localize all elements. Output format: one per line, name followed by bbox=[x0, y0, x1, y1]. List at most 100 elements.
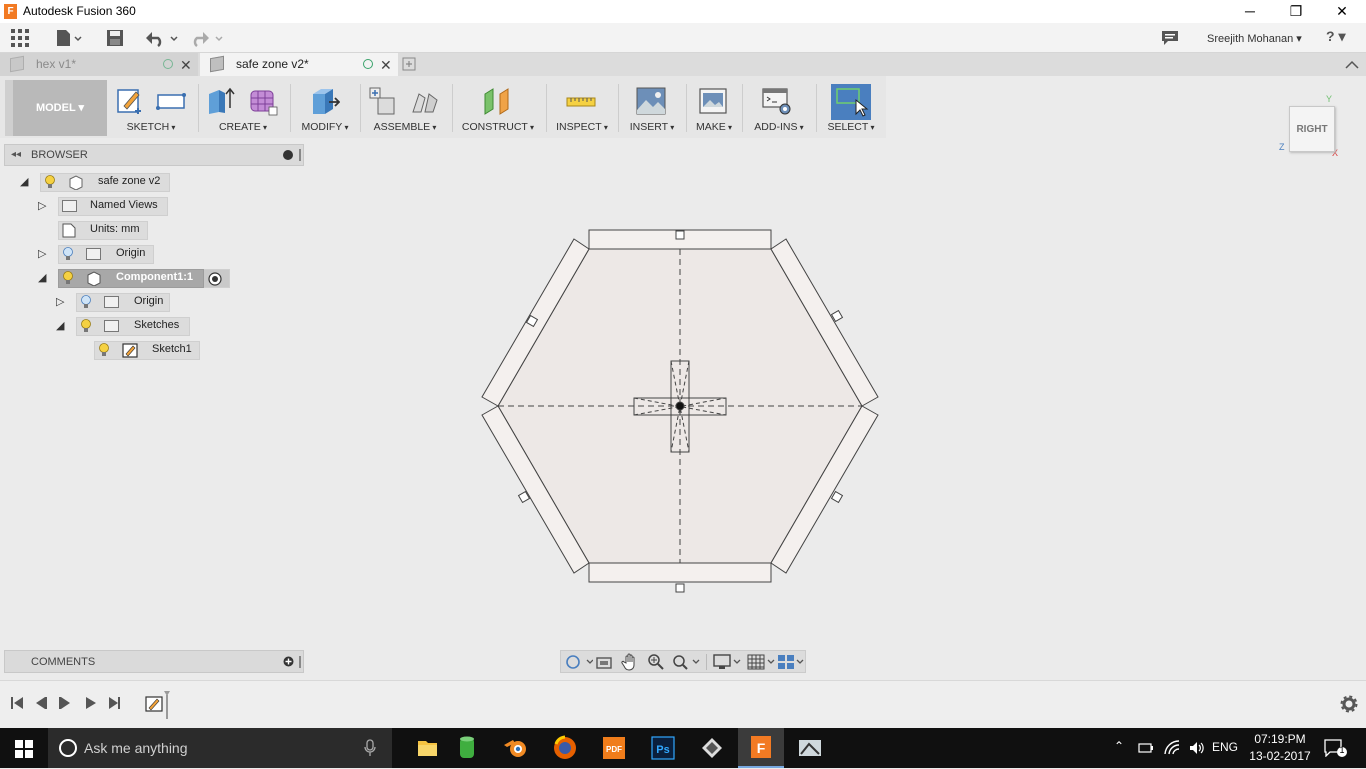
timeline-settings-gear-icon[interactable] bbox=[1340, 695, 1358, 713]
select-group[interactable]: SELECT bbox=[820, 80, 882, 136]
file-menu-icon[interactable] bbox=[55, 29, 83, 47]
cortana-search-box[interactable]: Ask me anything bbox=[48, 728, 392, 768]
minimize-button[interactable]: ─ bbox=[1227, 0, 1273, 23]
tree-node-sketch1[interactable]: Sketch1 bbox=[0, 341, 310, 360]
tree-node-named-views[interactable]: ▷ Named Views bbox=[0, 197, 310, 216]
maximize-button[interactable]: ❐ bbox=[1273, 0, 1319, 23]
clock-time[interactable]: 07:19:PM bbox=[1253, 732, 1307, 746]
go-to-start-icon[interactable] bbox=[10, 696, 24, 710]
sketch-menu[interactable]: SKETCH bbox=[110, 121, 192, 133]
insert-group[interactable]: INSERT bbox=[622, 80, 682, 136]
close-tab-icon[interactable]: ✕ bbox=[180, 54, 192, 77]
tab-hex-v1[interactable]: hex v1* ✕ bbox=[0, 53, 198, 76]
expand-toggle-icon[interactable]: ◢ bbox=[20, 176, 32, 188]
blender-icon[interactable] bbox=[493, 728, 539, 768]
inspect-group[interactable]: INSPECT bbox=[550, 80, 614, 136]
tree-node-origin[interactable]: ▷ Origin bbox=[0, 245, 310, 264]
pdf-reader-icon[interactable]: PDF bbox=[591, 728, 637, 768]
viewports-icon[interactable] bbox=[777, 654, 807, 670]
battery-power-icon[interactable] bbox=[1138, 741, 1154, 755]
rectangle-sketch-icon[interactable] bbox=[156, 86, 186, 116]
wifi-icon[interactable] bbox=[1164, 740, 1180, 756]
add-comment-icon[interactable] bbox=[283, 656, 294, 667]
help-menu[interactable]: ? ▾ bbox=[1326, 28, 1345, 45]
activate-component-radio-icon[interactable] bbox=[208, 272, 222, 286]
collapse-browser-icon[interactable]: ◂◂ bbox=[11, 149, 21, 160]
create-sketch-icon[interactable] bbox=[116, 86, 146, 116]
tree-node-root[interactable]: ◢ safe zone v2 bbox=[0, 173, 310, 192]
comments-panel-header[interactable]: COMMENTS bbox=[4, 650, 304, 673]
close-tab-icon[interactable]: ✕ bbox=[380, 54, 392, 77]
data-panel-grid-icon[interactable] bbox=[11, 29, 29, 47]
timeline-sketch-feature[interactable] bbox=[144, 689, 174, 721]
tree-node-component-origin[interactable]: ▷ Origin bbox=[0, 293, 310, 312]
input-language[interactable]: ENG bbox=[1212, 740, 1238, 754]
form-icon[interactable] bbox=[248, 86, 278, 116]
visibility-bulb-icon[interactable] bbox=[44, 175, 56, 189]
tree-node-component[interactable]: ◢ Component1:1 bbox=[0, 269, 310, 288]
panel-pin-icon[interactable] bbox=[299, 149, 301, 161]
joint-icon[interactable] bbox=[410, 86, 440, 116]
fusion-taskbar-button[interactable]: F bbox=[738, 728, 784, 768]
expand-toggle-icon[interactable]: ▷ bbox=[56, 296, 68, 308]
assemble-menu[interactable]: ASSEMBLE bbox=[364, 121, 446, 133]
pan-hand-icon[interactable] bbox=[621, 653, 639, 671]
construct-group[interactable]: CONSTRUCT bbox=[456, 80, 540, 136]
workspace-switcher[interactable]: MODEL ▾ bbox=[5, 80, 107, 136]
visibility-bulb-icon[interactable] bbox=[80, 319, 92, 333]
assemble-group[interactable]: ASSEMBLE bbox=[364, 80, 446, 136]
look-at-icon[interactable] bbox=[595, 654, 613, 670]
expand-toggle-icon[interactable]: ◢ bbox=[38, 272, 50, 284]
inspect-menu[interactable]: INSPECT bbox=[550, 121, 614, 133]
insert-menu[interactable]: INSERT bbox=[622, 121, 682, 133]
measure-icon[interactable] bbox=[566, 86, 596, 116]
fit-zoom-icon[interactable] bbox=[671, 653, 703, 671]
zoom-icon[interactable] bbox=[647, 653, 665, 671]
firefox-icon[interactable] bbox=[542, 728, 588, 768]
extrude-icon[interactable] bbox=[206, 86, 236, 116]
step-forward-icon[interactable] bbox=[58, 696, 72, 710]
insert-image-icon[interactable] bbox=[636, 86, 666, 116]
design-canvas[interactable] bbox=[470, 225, 890, 595]
visibility-bulb-icon[interactable] bbox=[62, 271, 74, 285]
display-settings-icon[interactable] bbox=[713, 654, 743, 670]
volume-icon[interactable] bbox=[1188, 740, 1206, 756]
play-icon[interactable] bbox=[84, 696, 98, 710]
collapse-toolbar-icon[interactable] bbox=[1345, 59, 1359, 69]
make-group[interactable]: MAKE bbox=[690, 80, 738, 136]
browser-panel-header[interactable]: ◂◂ BROWSER bbox=[4, 144, 304, 166]
windows-start-icon[interactable] bbox=[15, 740, 33, 758]
close-window-button[interactable]: ✕ bbox=[1319, 0, 1365, 23]
construct-menu[interactable]: CONSTRUCT bbox=[456, 121, 540, 133]
green-app-icon[interactable] bbox=[444, 728, 490, 768]
show-hidden-icons-icon[interactable]: ⌃ bbox=[1114, 739, 1124, 753]
expand-toggle-icon[interactable]: ◢ bbox=[56, 320, 68, 332]
sketch-group[interactable]: SKETCH bbox=[110, 80, 192, 136]
select-menu[interactable]: SELECT bbox=[820, 121, 882, 133]
select-button[interactable] bbox=[831, 84, 871, 120]
new-tab-icon[interactable] bbox=[402, 57, 416, 71]
modify-menu[interactable]: MODIFY bbox=[294, 121, 356, 133]
tree-node-units[interactable]: Units: mm bbox=[0, 221, 310, 240]
grid-settings-icon[interactable] bbox=[747, 654, 777, 670]
tab-safe-zone-v2[interactable]: safe zone v2* ✕ bbox=[200, 53, 398, 76]
expand-toggle-icon[interactable]: ▷ bbox=[38, 248, 50, 260]
go-to-end-icon[interactable] bbox=[108, 696, 122, 710]
press-pull-icon[interactable] bbox=[310, 86, 340, 116]
tree-node-sketches[interactable]: ◢ Sketches bbox=[0, 317, 310, 336]
visibility-bulb-icon[interactable] bbox=[62, 247, 74, 261]
scripts-addins-icon[interactable] bbox=[762, 86, 792, 116]
3d-print-icon[interactable] bbox=[698, 86, 728, 116]
modify-group[interactable]: MODIFY bbox=[294, 80, 356, 136]
clock-date[interactable]: 13-02-2017 bbox=[1249, 749, 1311, 763]
orbit-icon[interactable] bbox=[565, 654, 593, 670]
create-group[interactable]: CREATE bbox=[202, 80, 284, 136]
user-account-menu[interactable]: Sreejith Mohanan ▾ bbox=[1207, 32, 1302, 45]
save-icon[interactable] bbox=[106, 29, 124, 47]
undo-icon[interactable] bbox=[145, 29, 179, 47]
snipping-tool-icon[interactable] bbox=[787, 728, 833, 768]
comments-notification-icon[interactable] bbox=[1161, 30, 1179, 46]
add-ins-menu[interactable]: ADD-INS bbox=[746, 121, 812, 133]
browser-options-icon[interactable] bbox=[283, 150, 293, 160]
viewcube[interactable]: RIGHT bbox=[1289, 106, 1335, 152]
